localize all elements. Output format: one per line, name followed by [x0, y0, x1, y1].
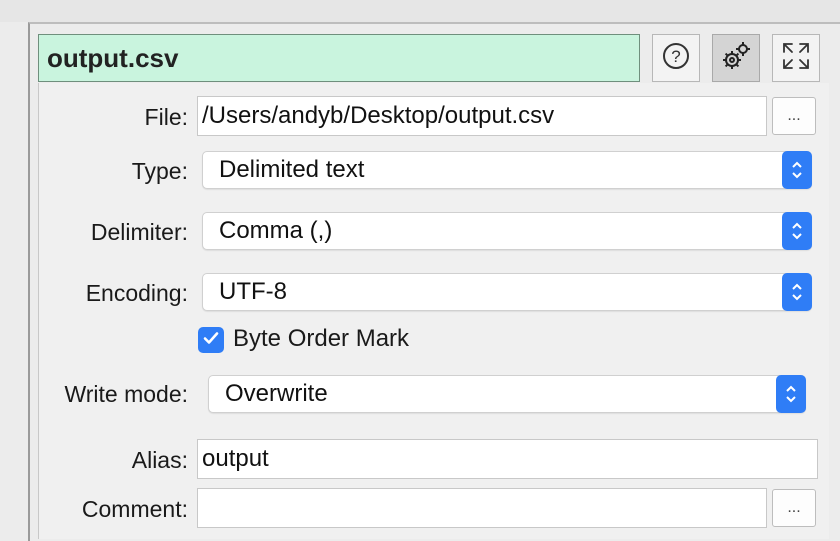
encoding-select[interactable]: UTF-8: [202, 273, 812, 311]
checkmark-icon: [202, 329, 220, 352]
bom-label[interactable]: Byte Order Mark: [233, 325, 409, 353]
chevron-updown-icon: [782, 273, 812, 311]
type-select-value: Delimited text: [219, 156, 365, 183]
comment-field[interactable]: [197, 488, 767, 528]
file-browse-button[interactable]: ...: [772, 97, 816, 135]
write-mode-label: Write mode:: [64, 381, 188, 407]
type-select[interactable]: Delimited text: [202, 151, 812, 189]
comment-browse-button[interactable]: ...: [772, 489, 816, 527]
alias-field[interactable]: output: [197, 439, 818, 479]
type-label: Type:: [131, 158, 188, 184]
window-top-strip: [0, 0, 840, 22]
svg-text:?: ?: [671, 47, 680, 66]
settings-button[interactable]: [712, 34, 760, 82]
gears-icon: [719, 39, 753, 78]
question-circle-icon: ?: [661, 41, 691, 76]
chevron-updown-icon: [782, 212, 812, 250]
delimiter-select[interactable]: Comma (,): [202, 212, 812, 250]
node-title[interactable]: output.csv: [38, 34, 640, 82]
file-label: File:: [144, 104, 188, 130]
delimiter-select-value: Comma (,): [219, 217, 333, 244]
delimiter-label: Delimiter:: [90, 219, 188, 245]
help-button[interactable]: ?: [652, 34, 700, 82]
write-mode-select-value: Overwrite: [225, 380, 328, 407]
encoding-label: Encoding:: [85, 280, 188, 306]
alias-label: Alias:: [131, 447, 188, 473]
encoding-select-value: UTF-8: [219, 278, 287, 305]
write-mode-select[interactable]: Overwrite: [208, 375, 806, 413]
chevron-updown-icon: [776, 375, 806, 413]
expand-arrows-icon: [779, 39, 813, 78]
file-path-field[interactable]: /Users/andyb/Desktop/output.csv: [197, 96, 767, 136]
comment-label: Comment:: [81, 496, 188, 522]
chevron-updown-icon: [782, 151, 812, 189]
bom-checkbox[interactable]: [198, 327, 224, 353]
expand-button[interactable]: [772, 34, 820, 82]
